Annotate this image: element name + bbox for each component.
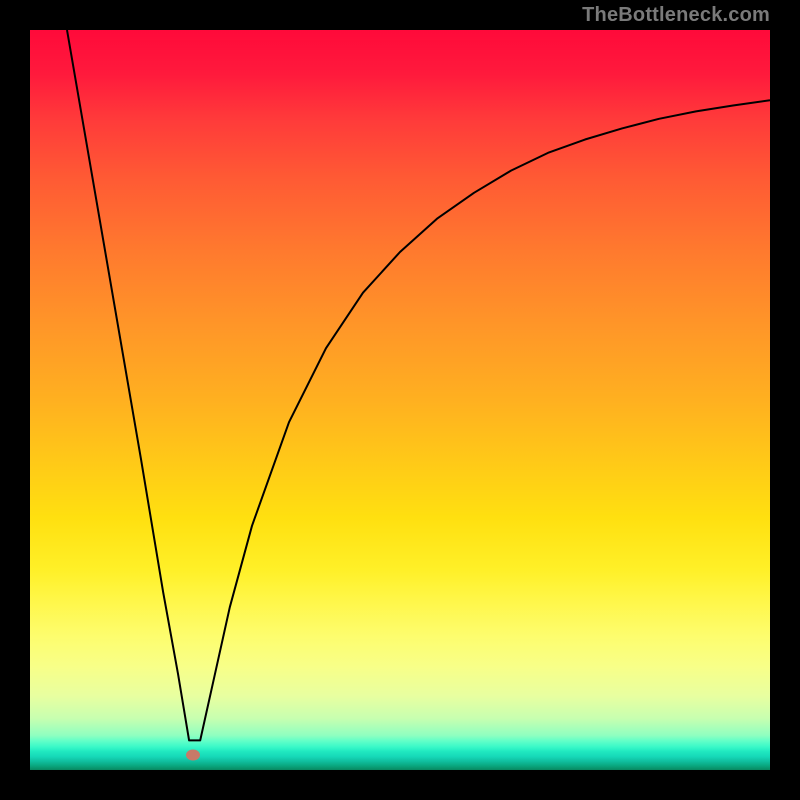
optimal-marker — [186, 750, 200, 761]
bottleneck-curve — [67, 30, 770, 740]
plot-area — [30, 30, 770, 770]
attribution-label: TheBottleneck.com — [582, 4, 770, 27]
curve-svg — [30, 30, 770, 770]
